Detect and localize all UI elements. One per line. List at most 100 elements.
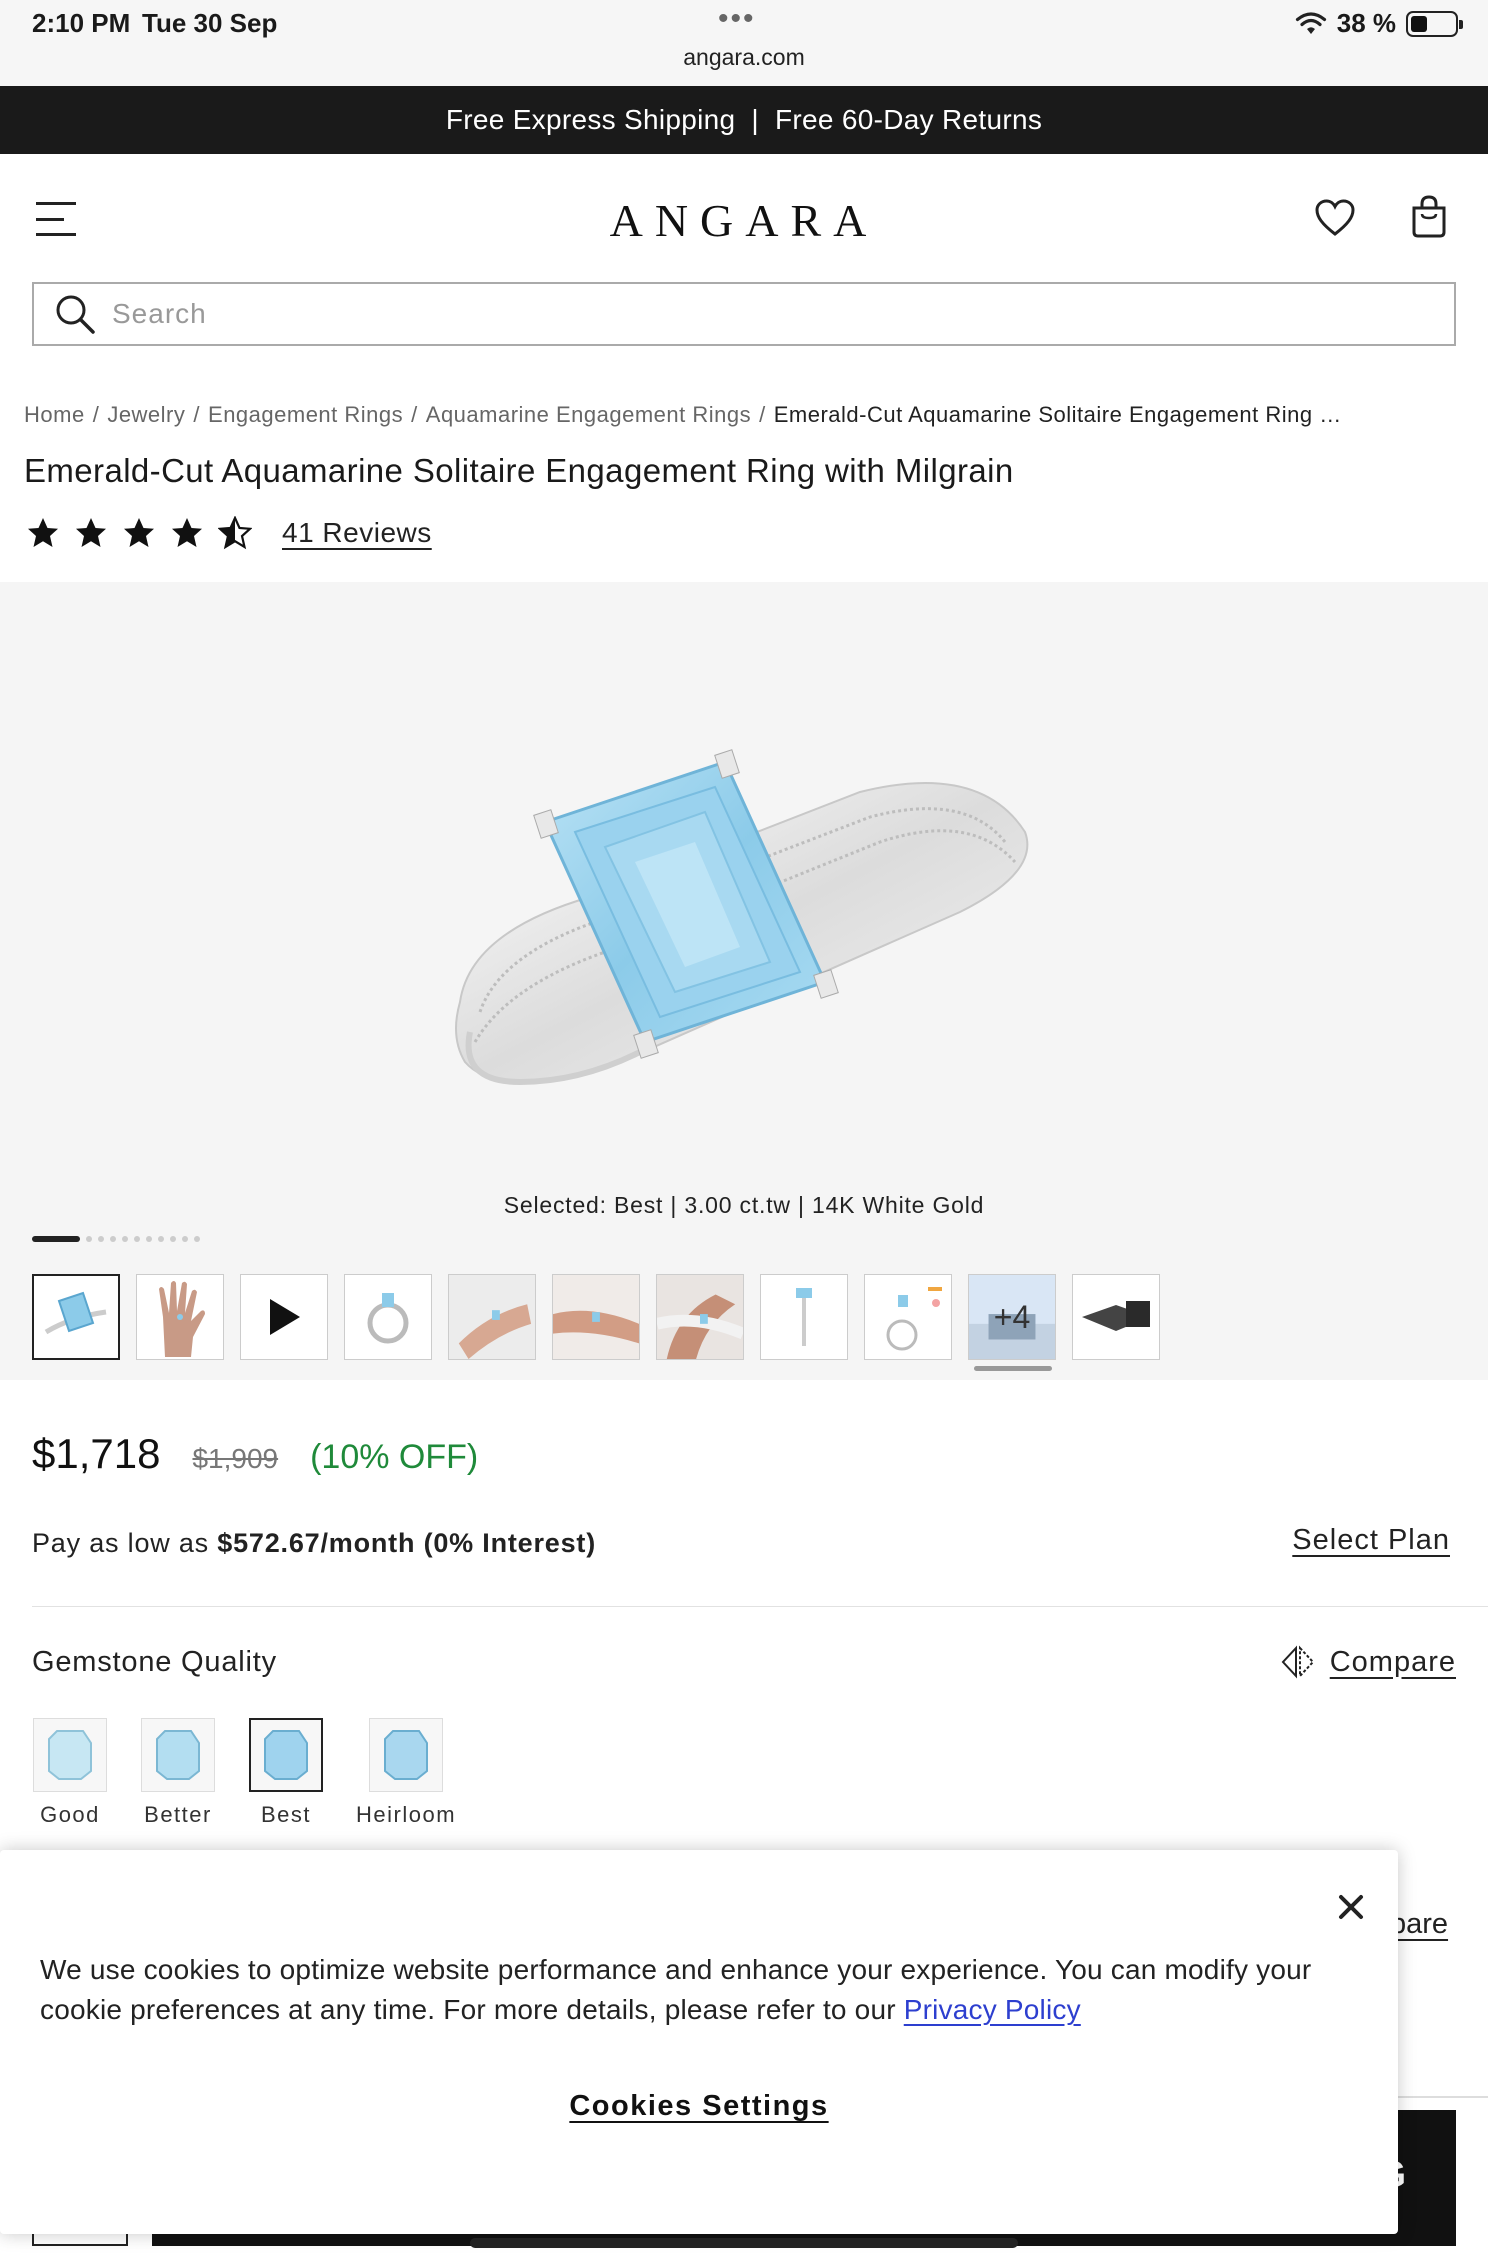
breadcrumb-home[interactable]: Home: [24, 402, 85, 427]
quality-label: Best: [260, 1802, 312, 1827]
financing-interest: (0% Interest): [415, 1528, 597, 1558]
thumbnail-gift-box[interactable]: [1072, 1274, 1160, 1360]
gem-swatch-icon: [141, 1718, 215, 1792]
thumbnail-model-hand-1[interactable]: [448, 1274, 536, 1360]
financing-amount: $572.67/month: [217, 1528, 416, 1558]
thumbnail-strip: +4: [32, 1274, 1160, 1360]
carousel-dot: [194, 1236, 200, 1242]
wifi-icon: [1295, 11, 1326, 34]
status-indicators: 38 %: [1295, 8, 1463, 39]
gem-swatch-icon: [249, 1718, 323, 1792]
thumbnail-ring-profile[interactable]: [760, 1274, 848, 1360]
promo-shipping: Free Express Shipping: [445, 104, 736, 135]
quality-option-better[interactable]: Better: [140, 1718, 216, 1828]
product-main-image[interactable]: [0, 582, 1488, 1172]
carousel-dot: [182, 1236, 188, 1242]
product-rating: 41 Reviews: [26, 516, 432, 550]
star-full-icon: [28, 518, 58, 547]
home-indicator: [470, 2238, 1018, 2248]
thumbnail-ring-front[interactable]: [32, 1274, 120, 1360]
gemstone-quality-heading: Gemstone Quality: [32, 1646, 277, 1678]
star-half-icon: [218, 516, 252, 550]
promo-returns: Free 60-Day Returns: [775, 104, 1043, 135]
breadcrumb: Home / Jewelry / Engagement Rings / Aquamarine…: [24, 402, 1464, 428]
wishlist-heart-icon[interactable]: [1314, 198, 1356, 238]
battery-level: [1411, 15, 1427, 32]
selected-variant-caption: Selected: Best | 3.00 ct.tw | 14K White …: [0, 1172, 1488, 1240]
star-full-icon: [76, 518, 106, 547]
cookie-consent-banner: We use cookies to optimize website perfo…: [0, 1850, 1398, 2234]
battery-percent: 38 %: [1336, 8, 1396, 38]
search-bar[interactable]: [32, 282, 1456, 346]
thumbnail-model-hand-3[interactable]: [656, 1274, 744, 1360]
thumbnail-hand[interactable]: [136, 1274, 224, 1360]
search-input[interactable]: [112, 298, 1454, 330]
thumbnail-details-chart[interactable]: [864, 1274, 952, 1360]
cookies-settings-button[interactable]: Cookies Settings: [0, 2090, 1398, 2123]
product-title: Emerald-Cut Aquamarine Solitaire Engagem…: [24, 452, 1014, 489]
breadcrumb-aquamarine-engagement-rings[interactable]: Aquamarine Engagement Rings: [426, 402, 751, 427]
compare-link-partial[interactable]: pare: [1390, 1908, 1448, 1941]
carousel-dot-active: [32, 1236, 80, 1242]
multitasking-dots-icon[interactable]: •••: [718, 2, 756, 36]
price-row: $1,718 $1,909 (10% OFF): [32, 1430, 478, 1478]
promo-banner: Free Express Shipping | Free 60-Day Retu…: [0, 86, 1488, 154]
section-divider: [32, 1606, 1488, 1607]
thumbnail-scroll-indicator: [974, 1366, 1052, 1371]
reviews-link[interactable]: 41 Reviews: [282, 517, 432, 549]
carousel-dot: [86, 1236, 92, 1242]
quality-label: Heirloom: [356, 1802, 457, 1827]
carousel-indicator: [32, 1236, 200, 1242]
status-bar: 2:10 PM Tue 30 Sep ••• angara.com 38 %: [0, 0, 1488, 86]
thumbnail-ring-side[interactable]: [344, 1274, 432, 1360]
breadcrumb-jewelry[interactable]: Jewelry: [107, 402, 185, 427]
thumbnail-model-hand-2[interactable]: [552, 1274, 640, 1360]
section-divider: [1390, 2096, 1488, 2098]
breadcrumb-separator: /: [193, 402, 201, 427]
quality-option-heirloom[interactable]: Heirloom: [356, 1718, 456, 1828]
carousel-dot: [110, 1236, 116, 1242]
current-price: $1,718: [32, 1430, 161, 1477]
angara-logo[interactable]: ANGARA: [0, 194, 1488, 247]
site-header: ANGARA: [0, 154, 1488, 284]
ring-image: [455, 749, 1029, 1086]
carousel-dot: [122, 1236, 128, 1242]
quality-label: Better: [144, 1802, 212, 1827]
discount-badge: (10% OFF): [310, 1438, 479, 1476]
breadcrumb-current: Emerald-Cut Aquamarine Solitaire Engagem…: [773, 402, 1342, 427]
address-bar-url[interactable]: angara.com: [0, 44, 1488, 71]
star-full-icon: [124, 518, 154, 547]
search-icon[interactable]: [54, 293, 96, 335]
financing-info: Pay as low as $572.67/month (0% Interest…: [32, 1528, 596, 1559]
breadcrumb-engagement-rings[interactable]: Engagement Rings: [208, 402, 403, 427]
quality-option-best[interactable]: Best: [248, 1718, 324, 1828]
compare-button[interactable]: Compare: [1280, 1644, 1456, 1680]
shopping-bag-icon[interactable]: [1410, 194, 1448, 238]
financing-prefix: Pay as low as: [32, 1528, 218, 1558]
carousel-dot: [98, 1236, 104, 1242]
breadcrumb-separator: /: [92, 402, 100, 427]
gem-swatch-icon: [369, 1718, 443, 1792]
quality-option-good[interactable]: Good: [32, 1718, 108, 1828]
gemstone-quality-options: Good Better Best Heirloom: [32, 1718, 456, 1828]
carousel-dot: [158, 1236, 164, 1242]
thumbnail-more-count: +4: [993, 1298, 1031, 1335]
thumbnail-more[interactable]: +4: [968, 1274, 1056, 1360]
carousel-dot: [170, 1236, 176, 1242]
thumbnail-video-play[interactable]: [240, 1274, 328, 1360]
status-date: Tue 30 Sep: [142, 8, 278, 38]
select-plan-link[interactable]: Select Plan: [1292, 1524, 1450, 1557]
status-time: 2:10 PM: [32, 8, 131, 38]
original-price: $1,909: [192, 1443, 279, 1474]
carousel-dot: [146, 1236, 152, 1242]
compare-icon: [1281, 1645, 1315, 1679]
battery-icon: [1406, 10, 1463, 37]
cookie-message: We use cookies to optimize website perfo…: [40, 1950, 1330, 2030]
privacy-policy-link[interactable]: Privacy Policy: [904, 1994, 1081, 2025]
promo-separator: |: [751, 104, 759, 135]
gem-swatch-icon: [33, 1718, 107, 1792]
carousel-dot: [134, 1236, 140, 1242]
compare-label: Compare: [1329, 1645, 1456, 1678]
star-full-icon: [172, 518, 202, 547]
close-icon[interactable]: [1336, 1892, 1366, 1922]
